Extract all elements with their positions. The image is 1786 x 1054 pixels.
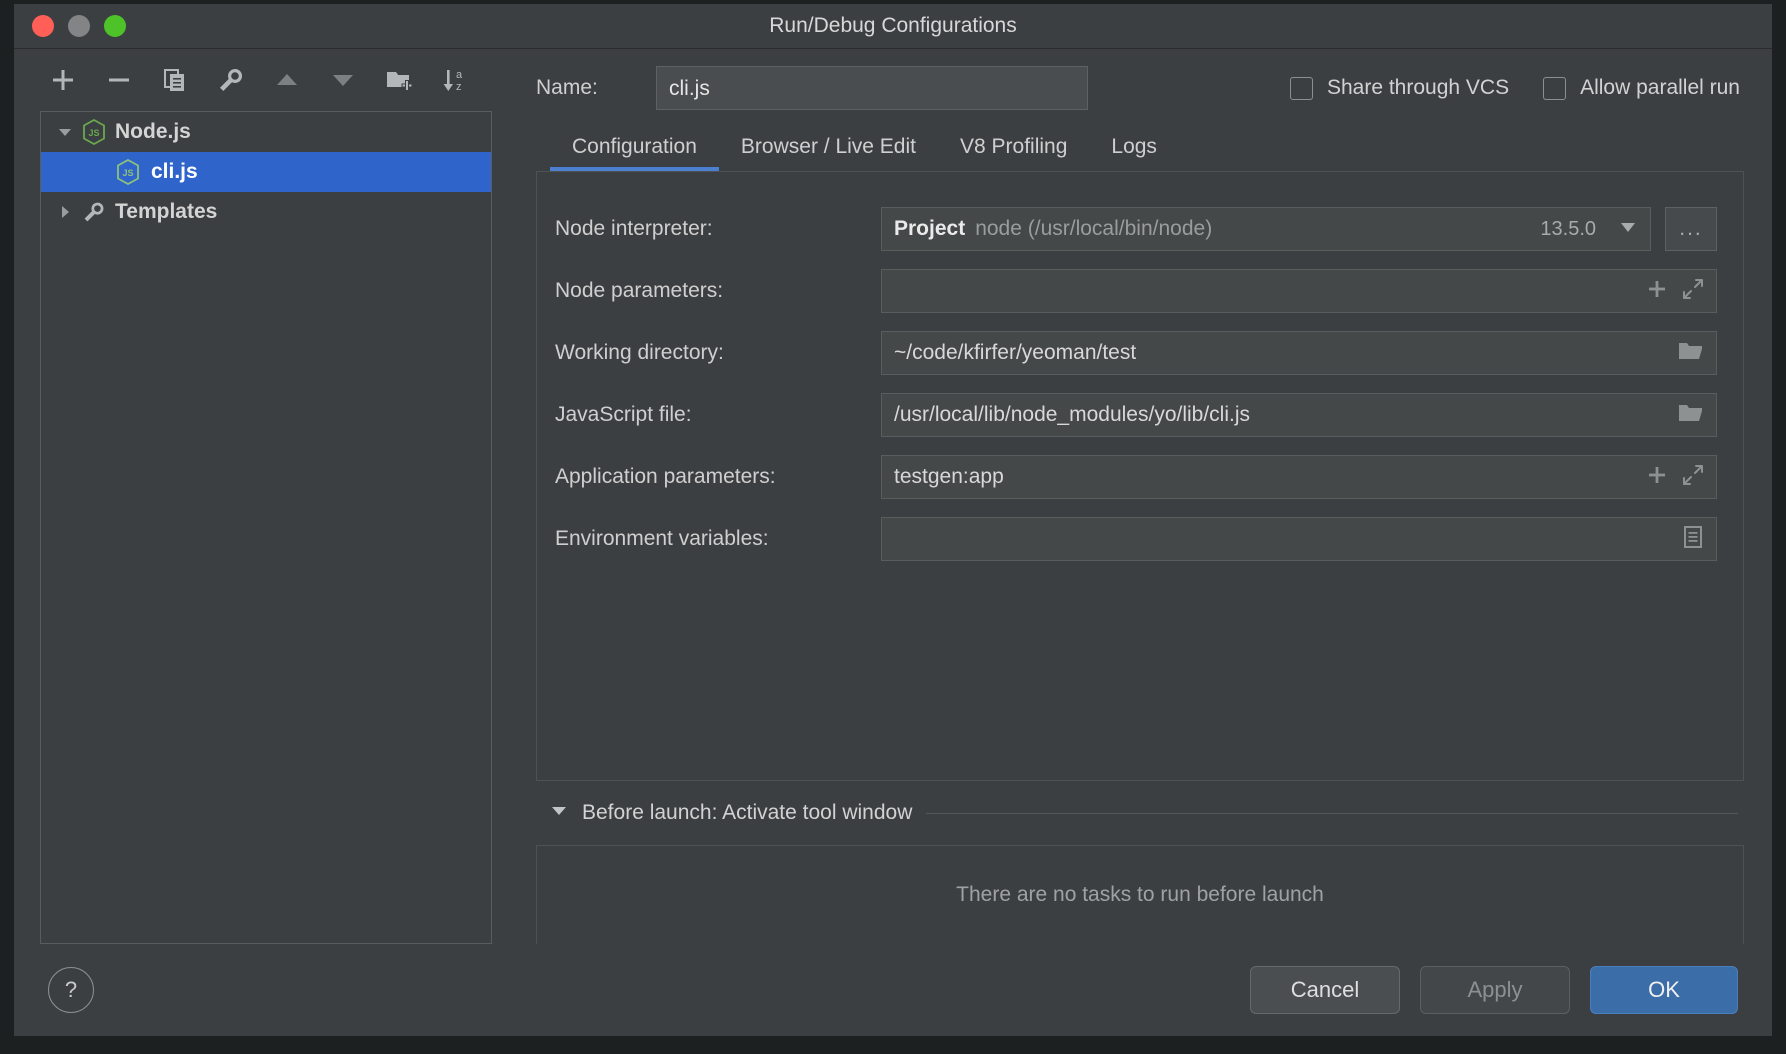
- window-title: Run/Debug Configurations: [769, 14, 1017, 37]
- node-parameters-label: Node parameters:: [555, 279, 724, 302]
- window-body: a z JS Node.js JS cli.js Templates Name:…: [14, 49, 1772, 944]
- node-interpreter-scope: Project: [894, 217, 966, 240]
- dialog-footer: ? Cancel Apply OK: [14, 944, 1772, 1036]
- before-launch-title: Before launch: Activate tool window: [582, 801, 913, 824]
- allow-parallel-run-checkbox[interactable]: Allow parallel run: [1543, 76, 1740, 100]
- application-parameters-label: Application parameters:: [555, 465, 776, 488]
- name-label: Name:: [536, 76, 598, 99]
- sort-configurations-button[interactable]: a z: [438, 63, 472, 97]
- tree-node-cli-js[interactable]: JS cli.js: [41, 152, 491, 192]
- expand-icon[interactable]: [1682, 278, 1704, 305]
- help-button[interactable]: ?: [48, 967, 94, 1013]
- environment-variables-row: Environment variables:: [537, 508, 1743, 570]
- share-through-vcs-label: Share through VCS: [1326, 76, 1510, 99]
- move-up-button[interactable]: [270, 63, 304, 97]
- cancel-button[interactable]: Cancel: [1250, 966, 1400, 1014]
- new-folder-button[interactable]: [382, 63, 416, 97]
- copy-configuration-button[interactable]: [158, 63, 192, 97]
- dialog-buttons: Cancel Apply OK: [1250, 966, 1738, 1014]
- svg-text:JS: JS: [88, 128, 99, 138]
- working-directory-value: ~/code/kfirfer/yeoman/test: [894, 341, 1137, 364]
- node-parameters-input[interactable]: [881, 269, 1717, 313]
- name-input[interactable]: cli.js: [656, 66, 1088, 110]
- add-configuration-button[interactable]: [46, 63, 80, 97]
- nodejs-icon: JS: [113, 159, 143, 185]
- node-interpreter-browse-button[interactable]: ...: [1665, 207, 1717, 251]
- name-row-checkboxes: Share through VCS Allow parallel run: [1289, 76, 1744, 100]
- chevron-down-icon[interactable]: [51, 124, 79, 140]
- before-launch-empty-message: There are no tasks to run before launch: [956, 883, 1324, 906]
- configurations-tree[interactable]: JS Node.js JS cli.js Templates: [40, 111, 492, 944]
- title-bar: Run/Debug Configurations: [14, 4, 1772, 49]
- application-parameters-row: Application parameters: testgen:app: [537, 446, 1743, 508]
- folder-icon[interactable]: [1678, 340, 1704, 367]
- expand-icon[interactable]: [1682, 464, 1704, 491]
- checkbox-box[interactable]: [1543, 76, 1567, 100]
- chevron-down-icon[interactable]: [550, 802, 568, 825]
- move-down-button[interactable]: [326, 63, 360, 97]
- chevron-right-icon[interactable]: [51, 204, 79, 220]
- tab-browser-live-edit[interactable]: Browser / Live Edit: [719, 135, 938, 171]
- environment-variables-input[interactable]: [881, 517, 1717, 561]
- svg-text:z: z: [456, 81, 462, 93]
- tree-node-templates[interactable]: Templates: [41, 192, 491, 232]
- tree-node-nodejs[interactable]: JS Node.js: [41, 112, 491, 152]
- plus-icon[interactable]: [1646, 278, 1668, 305]
- checkbox-box[interactable]: [1289, 76, 1313, 100]
- wrench-icon: [79, 200, 109, 224]
- svg-text:a: a: [456, 69, 463, 81]
- before-launch-header[interactable]: Before launch: Activate tool window: [536, 781, 1744, 845]
- javascript-file-input[interactable]: /usr/local/lib/node_modules/yo/lib/cli.j…: [881, 393, 1717, 437]
- share-through-vcs-checkbox[interactable]: Share through VCS: [1289, 76, 1510, 100]
- remove-configuration-button[interactable]: [102, 63, 136, 97]
- node-interpreter-label: Node interpreter:: [555, 217, 713, 240]
- javascript-file-value: /usr/local/lib/node_modules/yo/lib/cli.j…: [894, 403, 1251, 426]
- tab-logs[interactable]: Logs: [1089, 135, 1179, 171]
- node-interpreter-row: Node interpreter: Project node (/usr/loc…: [537, 198, 1743, 260]
- node-interpreter-path: node (/usr/local/bin/node): [975, 217, 1213, 240]
- working-directory-row: Working directory: ~/code/kfirfer/yeoman…: [537, 322, 1743, 384]
- apply-button[interactable]: Apply: [1420, 966, 1570, 1014]
- application-parameters-value: testgen:app: [894, 465, 1004, 488]
- environment-list-icon[interactable]: [1682, 525, 1704, 554]
- tree-node-label: cli.js: [151, 160, 198, 183]
- editor-tabs: Configuration Browser / Live Edit V8 Pro…: [536, 119, 1744, 171]
- javascript-file-row: JavaScript file: /usr/local/lib/node_mod…: [537, 384, 1743, 446]
- node-parameters-row: Node parameters:: [537, 260, 1743, 322]
- tree-node-label: Templates: [115, 200, 218, 223]
- environment-variables-label: Environment variables:: [555, 527, 769, 550]
- node-interpreter-select[interactable]: Project node (/usr/local/bin/node) 13.5.…: [881, 207, 1651, 251]
- folder-icon[interactable]: [1678, 402, 1704, 429]
- before-launch-tasks-list[interactable]: There are no tasks to run before launch: [536, 845, 1744, 944]
- working-directory-input[interactable]: ~/code/kfirfer/yeoman/test: [881, 331, 1717, 375]
- name-row: Name: cli.js Share through VCS Allow par…: [536, 49, 1744, 119]
- configurations-pane: a z JS Node.js JS cli.js Templates: [14, 49, 526, 944]
- node-interpreter-version: 13.5.0: [1540, 217, 1596, 240]
- tab-v8-profiling[interactable]: V8 Profiling: [938, 135, 1089, 171]
- plus-icon[interactable]: [1646, 464, 1668, 491]
- ok-button[interactable]: OK: [1590, 966, 1738, 1014]
- allow-parallel-run-label: Allow parallel run: [1580, 76, 1740, 99]
- nodejs-icon: JS: [79, 119, 109, 145]
- before-launch-divider: [926, 812, 1738, 814]
- configuration-panel: Node interpreter: Project node (/usr/loc…: [536, 171, 1744, 781]
- run-debug-configurations-window: Run/Debug Configurations a z JS Node.js …: [14, 4, 1772, 1036]
- tab-configuration[interactable]: Configuration: [550, 135, 719, 171]
- application-parameters-input[interactable]: testgen:app: [881, 455, 1717, 499]
- edit-templates-button[interactable]: [214, 63, 248, 97]
- javascript-file-label: JavaScript file:: [555, 403, 692, 426]
- chevron-down-icon[interactable]: [1618, 217, 1638, 242]
- configuration-editor-pane: Name: cli.js Share through VCS Allow par…: [526, 49, 1772, 944]
- configurations-toolbar: a z: [14, 49, 526, 111]
- working-directory-label: Working directory:: [555, 341, 724, 364]
- svg-text:JS: JS: [122, 168, 133, 178]
- tree-node-label: Node.js: [115, 120, 191, 143]
